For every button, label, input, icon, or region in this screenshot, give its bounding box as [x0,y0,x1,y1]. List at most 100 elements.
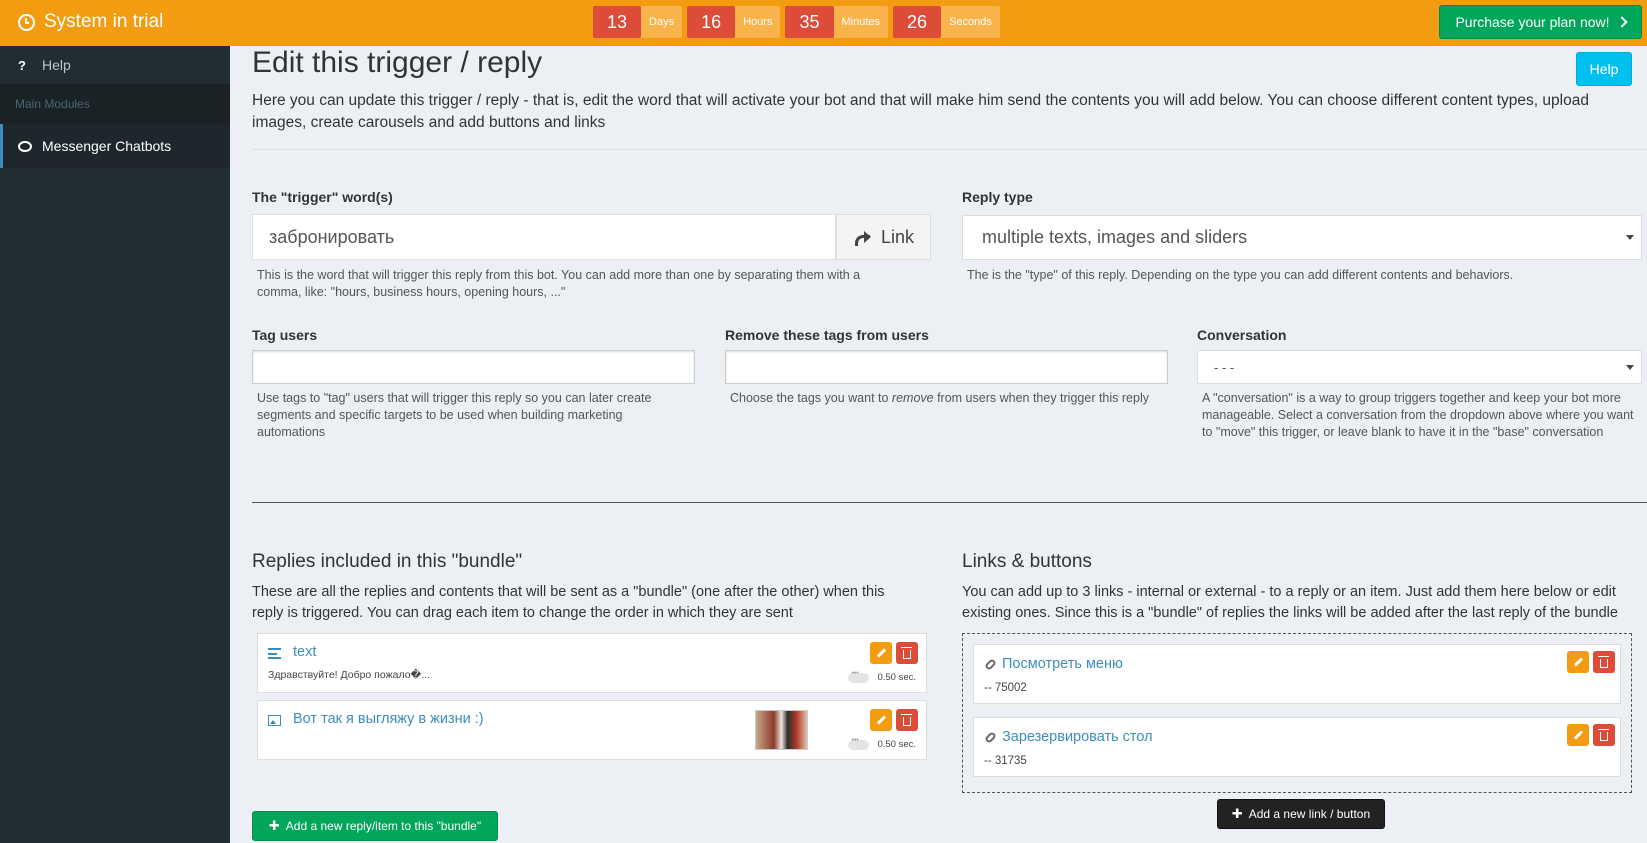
countdown-value: 16 [687,6,736,38]
delete-button[interactable] [896,642,918,664]
trash-icon [1598,655,1609,668]
link-item-title[interactable]: Зарезервировать стол [1002,729,1153,745]
purchase-label: Purchase your plan now! [1455,14,1610,30]
sidebar-header: Main Modules [0,84,230,124]
sidebar-item-messenger-chatbots[interactable]: Messenger Chatbots [0,124,230,168]
tag-users-label: Tag users [252,327,318,343]
image-thumbnail [755,710,808,750]
links-description: You can add up to 3 links - internal or … [962,584,1618,621]
trigger-hint: This is the word that will trigger this … [257,268,861,299]
bundle-item-delay: 0.50 sec. [848,737,916,750]
image-icon [268,713,281,731]
share-icon [853,230,871,246]
main-content: Edit this trigger / reply Help Here you … [230,46,1647,843]
remove-tags-label: Remove these tags from users [725,327,929,343]
link-item[interactable]: Зарезервировать стол -- 31735 [973,717,1621,777]
link-chain-icon [984,731,997,744]
chat-icon [18,140,32,152]
reply-type-hint: The is the "type" of this reply. Dependi… [967,268,1514,282]
sidebar-item-help[interactable]: ? Help [0,46,230,84]
delete-button[interactable] [1593,724,1615,746]
delete-button[interactable] [1593,651,1615,673]
link-item-subtitle: -- 75002 [984,682,1027,694]
remove-tags-hint: Choose the tags you want to remove from … [730,390,1160,407]
delay-value: 0.50 sec. [877,672,916,683]
countdown-timer: 13 Days 16 Hours 35 Minutes 26 Seconds [593,6,1000,38]
countdown-unit: Days [649,16,675,28]
trigger-input[interactable] [252,214,836,260]
countdown-unit: Hours [743,16,773,28]
chevron-right-icon [1615,16,1628,28]
tag-users-input[interactable] [252,350,695,384]
typing-dots-icon [848,670,870,683]
help-button[interactable]: Help [1576,52,1632,86]
trash-icon [901,713,912,726]
edit-button[interactable] [870,709,892,731]
pencil-icon [876,648,886,658]
countdown-hours: 16 Hours [687,6,781,38]
edit-button[interactable] [870,642,892,664]
conversation-select[interactable]: - - - [1197,350,1642,384]
edit-button[interactable] [1567,724,1589,746]
add-reply-button[interactable]: ✚ Add a new reply/item to this "bundle" [252,811,498,841]
countdown-unit: Seconds [949,16,992,28]
pencil-icon [876,715,886,725]
link-button-label: Link [880,226,915,247]
text-lines-icon [268,646,281,664]
link-item-subtitle: -- 31735 [984,755,1027,767]
bundle-item[interactable]: text Здравствуйте! Добро пожало�... 0.50… [257,633,927,693]
remove-tags-hint-text: Choose the tags you want to [730,391,892,405]
sidebar-item-label: Messenger Chatbots [42,138,172,154]
bundle-item-subtitle: Здравствуйте! Добро пожало�... [268,669,431,681]
bundle-item-title[interactable]: text [293,644,316,660]
trial-status: System in trial [18,11,163,33]
trial-title: System in trial [44,11,164,32]
trigger-label: The "trigger" word(s) [252,189,393,205]
remove-tags-hint-text: from users when they trigger this reply [933,391,1149,405]
link-chain-icon [984,658,997,671]
add-reply-label: Add a new reply/item to this "bundle" [285,819,482,833]
link-item-title[interactable]: Посмотреть меню [1002,656,1123,672]
delete-button[interactable] [896,709,918,731]
top-bar: System in trial 13 Days 16 Hours 35 Minu… [0,0,1647,46]
bundle-item-title[interactable]: Вот так я выгляжу в жизни :) [293,711,484,727]
conversation-value: - - - [1214,359,1235,375]
reply-type-label: Reply type [962,189,1033,205]
edit-button[interactable] [1567,651,1589,673]
clock-icon [18,13,35,31]
reply-type-select[interactable]: multiple texts, images and sliders [962,215,1642,260]
tag-users-hint: Use tags to "tag" users that will trigge… [257,391,652,439]
add-link-label: Add a new link / button [1248,807,1371,821]
divider [252,502,1647,503]
countdown-unit: Minutes [841,16,881,28]
countdown-value: 35 [785,6,834,38]
page-description: Here you can update this trigger / reply… [252,92,1589,131]
countdown-value: 26 [893,6,942,38]
divider [252,149,1647,150]
link-button[interactable]: Link [836,214,931,260]
add-link-button[interactable]: ✚ Add a new link / button [1217,799,1385,829]
conversation-label: Conversation [1197,327,1287,343]
bundle-title: Replies included in this "bundle" [252,551,523,572]
bundle-description: These are all the replies and contents t… [252,584,885,621]
pencil-icon [1573,657,1583,667]
link-item[interactable]: Посмотреть меню -- 75002 [973,644,1621,704]
trash-icon [901,646,912,659]
page-title: Edit this trigger / reply [252,46,543,79]
countdown-value: 13 [593,6,642,38]
question-icon: ? [18,57,26,73]
delay-value: 0.50 sec. [877,739,916,750]
trigger-input-group: Link [252,214,931,260]
caret-down-icon [1626,364,1634,370]
purchase-plan-button[interactable]: Purchase your plan now! [1439,5,1642,39]
remove-tags-input[interactable] [725,350,1168,384]
links-title: Links & buttons [962,551,1092,572]
trash-icon [1598,728,1609,741]
bundle-item-delay: 0.50 sec. [848,670,916,683]
plus-icon: ✚ [1231,806,1243,821]
caret-down-icon [1626,235,1634,240]
typing-dots-icon [848,737,870,750]
pencil-icon [1573,730,1583,740]
bundle-item[interactable]: Вот так я выгляжу в жизни :) 0.50 sec. [257,700,927,760]
links-dropzone: Посмотреть меню -- 75002 Зарезервировать… [962,633,1632,793]
